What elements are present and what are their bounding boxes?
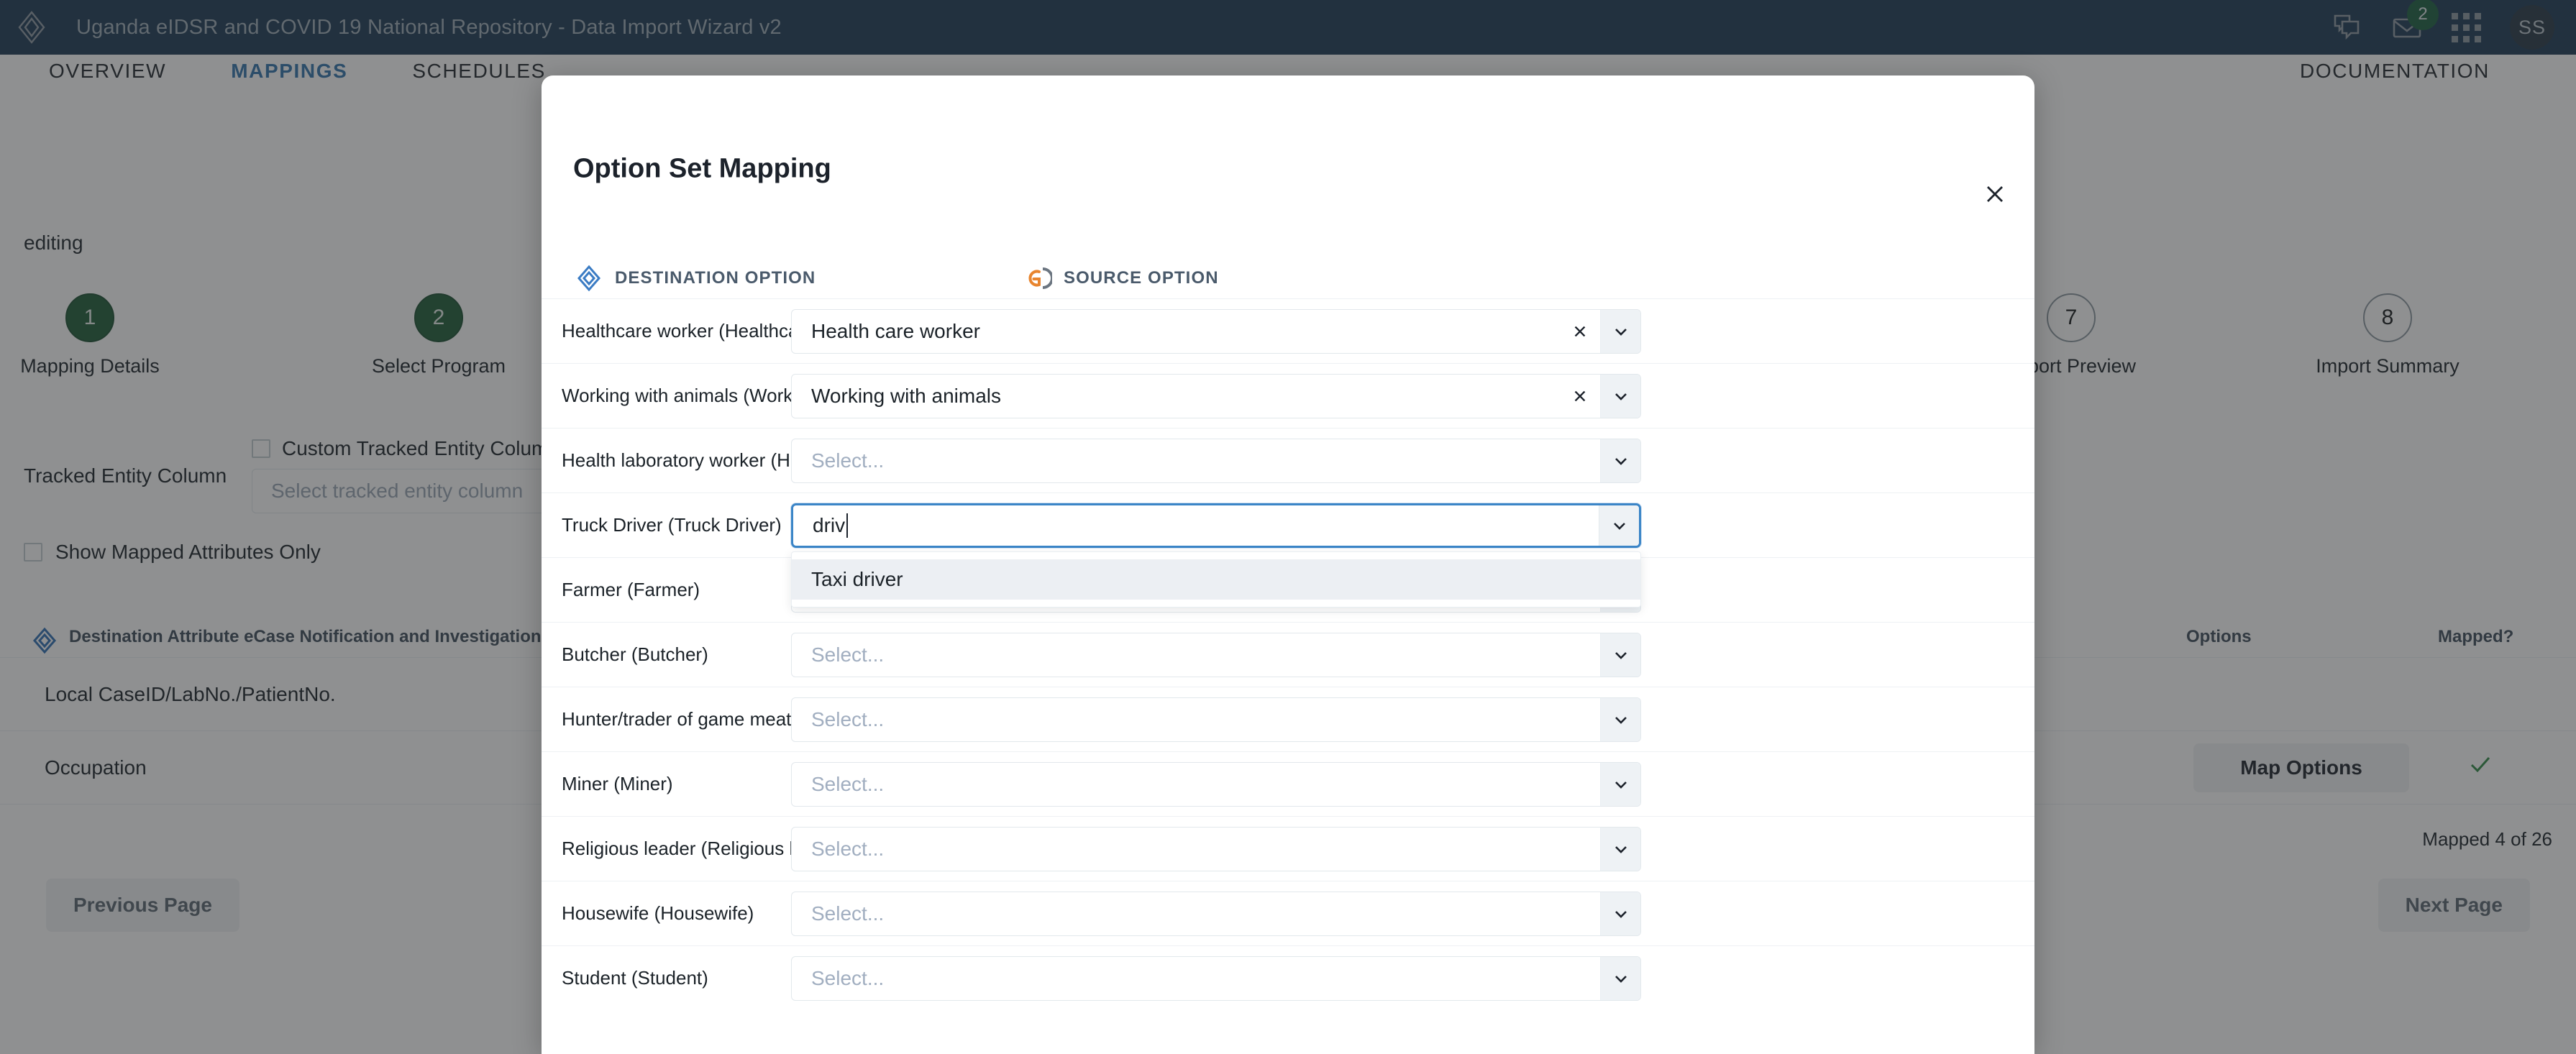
option-set-mapping-dialog: Option Set Mapping DESTINATION OPTION SO… xyxy=(542,75,2034,1054)
option-map-row: Miner (Miner) Select... xyxy=(542,751,2034,816)
option-map-row: Student (Student) Select... xyxy=(542,945,2034,1010)
chevron-down-icon[interactable] xyxy=(1600,827,1640,871)
source-option-select[interactable]: Working with animals xyxy=(791,373,1641,418)
chevron-down-icon[interactable] xyxy=(1600,439,1640,482)
source-option-select[interactable]: Health care worker xyxy=(791,308,1641,354)
suggestion-item[interactable]: Taxi driver xyxy=(792,559,1640,600)
destination-option-name: Butcher (Butcher) xyxy=(562,643,708,665)
destination-option-label: DESTINATION OPTION xyxy=(615,268,816,288)
option-map-row: Hunter/trader of game meat (Hunter/trade… xyxy=(542,687,2034,751)
source-option-select[interactable]: Select... xyxy=(791,826,1641,871)
source-option-select[interactable]: Select... xyxy=(791,956,1641,1001)
source-option-value: Health care worker xyxy=(811,319,980,342)
source-option-search-input[interactable]: driv xyxy=(793,505,1599,546)
chevron-down-icon[interactable] xyxy=(1599,505,1639,546)
chevron-down-icon[interactable] xyxy=(1600,697,1640,741)
destination-option-name: Housewife (Housewife) xyxy=(562,902,754,924)
source-option-select[interactable]: Select... xyxy=(791,761,1641,807)
source-option-placeholder: Select... xyxy=(811,837,885,860)
source-option-combobox-active[interactable]: driv xyxy=(791,503,1641,548)
option-map-row: Healthcare worker (Healthcare worker) He… xyxy=(542,298,2034,363)
option-map-row: Butcher (Butcher) Select... xyxy=(542,622,2034,687)
source-option-placeholder: Select... xyxy=(811,449,885,472)
source-option-placeholder: Select... xyxy=(811,643,885,666)
typed-text: driv xyxy=(813,513,846,536)
option-map-row: Housewife (Housewife) Select... xyxy=(542,881,2034,945)
option-map-row: Health laboratory worker (Health laborat… xyxy=(542,428,2034,492)
option-map-row-active: Truck Driver (Truck Driver) driv xyxy=(542,492,2034,557)
close-icon[interactable] xyxy=(1560,375,1600,418)
dialog-column-headers: DESTINATION OPTION SOURCE OPTION xyxy=(542,264,2034,298)
source-option-label: SOURCE OPTION xyxy=(1064,268,1219,288)
screen: Uganda eIDSR and COVID 19 National Repos… xyxy=(0,0,2576,1054)
source-option-placeholder: Select... xyxy=(811,707,885,730)
source-option-select[interactable]: Select... xyxy=(791,632,1641,677)
destination-option-name: Miner (Miner) xyxy=(562,773,673,794)
chevron-down-icon[interactable] xyxy=(1600,374,1640,418)
option-map-row: Working with animals (Working with anima… xyxy=(542,363,2034,428)
source-option-placeholder: Select... xyxy=(811,966,885,989)
godata-g-icon xyxy=(1023,264,1054,293)
source-option-placeholder: Select... xyxy=(811,902,885,925)
chevron-down-icon[interactable] xyxy=(1600,633,1640,677)
option-map-row: Religious leader (Religious leader) Sele… xyxy=(542,816,2034,881)
chevron-down-icon[interactable] xyxy=(1600,956,1640,1000)
chevron-down-icon[interactable] xyxy=(1600,892,1640,935)
source-option-select[interactable]: Select... xyxy=(791,438,1641,483)
chevron-down-icon[interactable] xyxy=(1600,762,1640,806)
destination-option-name: Student (Student) xyxy=(562,967,708,989)
source-option-placeholder: Select... xyxy=(811,772,885,795)
close-icon[interactable] xyxy=(1560,310,1600,353)
destination-option-name: Farmer (Farmer) xyxy=(562,579,700,600)
close-icon[interactable] xyxy=(1983,182,2007,211)
layers-diamond-icon xyxy=(575,264,603,293)
source-option-select[interactable]: Select... xyxy=(791,891,1641,936)
column-header-source-option: SOURCE OPTION xyxy=(1023,264,1219,293)
source-option-suggestions: Taxi driver xyxy=(791,551,1641,608)
chevron-down-icon[interactable] xyxy=(1600,309,1640,353)
column-header-destination-option: DESTINATION OPTION xyxy=(575,264,816,293)
source-option-value: Working with animals xyxy=(811,384,1002,407)
dialog-title: Option Set Mapping xyxy=(573,153,831,184)
source-option-select[interactable]: Select... xyxy=(791,697,1641,742)
destination-option-name: Truck Driver (Truck Driver) xyxy=(562,514,782,536)
text-caret xyxy=(846,513,849,538)
